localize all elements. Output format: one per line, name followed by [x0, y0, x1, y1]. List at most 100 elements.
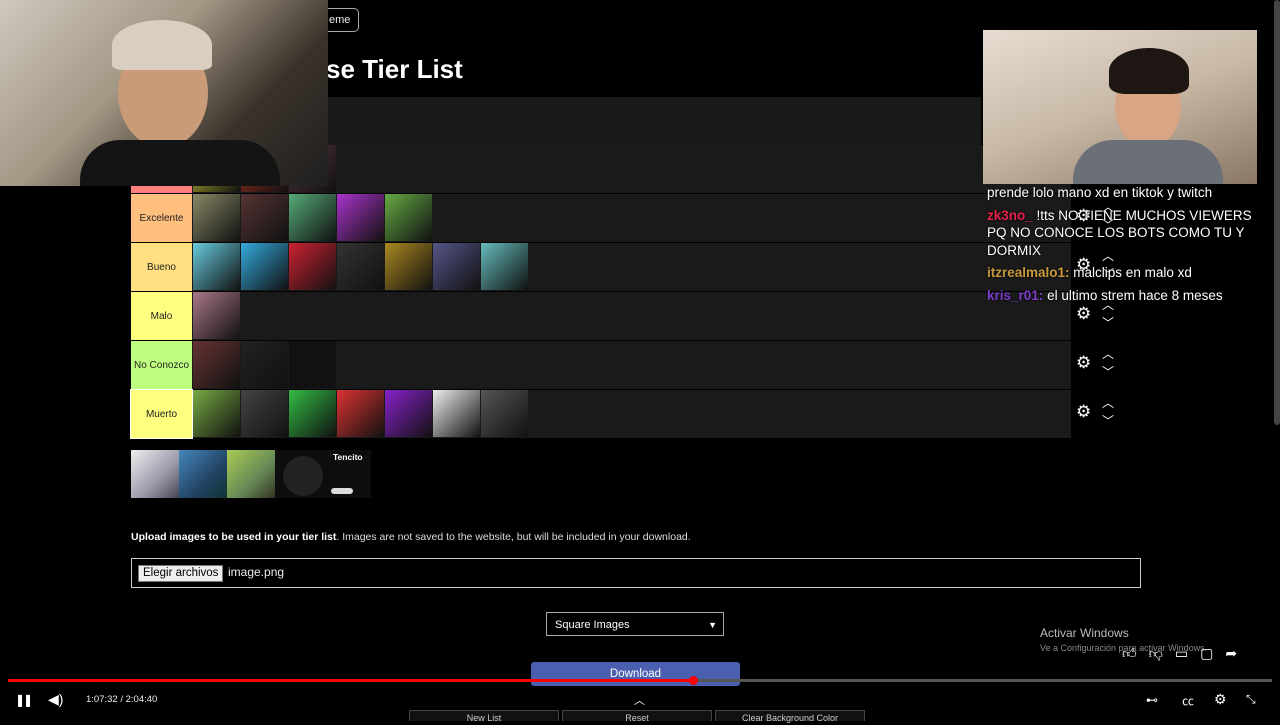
gear-icon[interactable]: ⚙ — [1076, 403, 1092, 420]
tier-label[interactable]: Malo — [131, 292, 192, 340]
webcam-left — [0, 0, 328, 186]
webcam-right — [983, 30, 1257, 184]
tier-item-thumb[interactable] — [193, 194, 240, 241]
file-name-label: image.png — [228, 565, 285, 579]
chat-text: el ultimo strem hace 8 meses — [1047, 287, 1223, 303]
chat-message: prende lolo mano xd en tiktok y twitch — [987, 184, 1267, 202]
pool-thumb-2[interactable] — [179, 450, 227, 498]
chat-text: prende lolo mano xd en tiktok y twitch — [987, 185, 1213, 200]
chat-username: itzrealmalo1: — [987, 265, 1070, 280]
video-scrubber-handle[interactable] — [689, 676, 699, 685]
chat-message: kris_r01: el ultimo strem hace 8 meses — [987, 287, 1267, 305]
tier-item-thumb[interactable] — [193, 390, 240, 437]
chat-username: zk3no_ — [987, 207, 1033, 223]
video-time: 1:07:32 / 2:04:40 — [86, 694, 158, 705]
tier-label[interactable]: Bueno — [131, 243, 192, 291]
image-shape-select-value: Square Images — [555, 619, 630, 631]
tier-item-thumb[interactable] — [289, 194, 336, 241]
tier-item-thumb[interactable] — [385, 194, 432, 241]
tier-item-thumb[interactable] — [289, 390, 336, 437]
reset-tab[interactable]: Reset — [562, 710, 712, 723]
chat-message: zk3no_ !tts NO TIENE MUCHOS VIEWERS PQ N… — [987, 207, 1267, 260]
video-action-icons: 👍︎ 👎︎ ▭ ▢ ➦ — [1122, 645, 1237, 662]
page-scrollbar[interactable] — [1274, 0, 1280, 425]
upload-instructions: Upload images to be used in your tier li… — [131, 531, 691, 543]
pool-card-subscribe — [331, 488, 353, 494]
tier-item-thumb[interactable] — [289, 243, 336, 290]
tier-row: Muerto — [130, 389, 1071, 439]
tier-items — [193, 390, 529, 438]
chat-icon[interactable]: ▢ — [1200, 645, 1213, 662]
exit-fullscreen-icon[interactable]: ⤡ — [1246, 692, 1256, 707]
pool-thumb-1[interactable] — [131, 450, 179, 498]
tier-item-thumb[interactable] — [337, 390, 384, 437]
chat-overlay: prende lolo mano xd en tiktok y twitch zk… — [987, 184, 1267, 309]
dislike-icon[interactable]: 👎︎ — [1149, 645, 1163, 662]
comment-icon[interactable]: ▭ — [1175, 645, 1188, 662]
clear-background-tab[interactable]: Clear Background Color — [715, 710, 865, 723]
tier-item-thumb[interactable] — [241, 243, 288, 290]
chat-message: itzrealmalo1: malclips en malo xd — [987, 264, 1267, 282]
webcam-right-shirt — [1073, 140, 1223, 184]
choose-files-button[interactable]: Elegir archivos — [138, 565, 224, 582]
tier-item-thumb[interactable] — [193, 243, 240, 290]
tier-label[interactable]: Excelente — [131, 194, 192, 242]
tier-label[interactable]: Muerto — [130, 389, 193, 439]
image-shape-select[interactable]: Square Images ▼ — [546, 612, 724, 636]
tier-item-thumb[interactable] — [193, 341, 240, 388]
share-icon[interactable]: ➦ — [1225, 645, 1237, 662]
chevron-down-icon: ▼ — [708, 620, 717, 630]
windows-activation-title: Activar Windows — [1040, 626, 1129, 640]
tier-item-thumb[interactable] — [481, 390, 528, 437]
tier-item-thumb[interactable] — [385, 243, 432, 290]
tier-items — [193, 292, 241, 340]
tier-items — [193, 194, 433, 242]
unranked-pool: Tencito — [131, 450, 371, 498]
volume-icon[interactable]: ◀) — [48, 691, 63, 708]
download-button[interactable]: Download — [531, 662, 740, 686]
settings-gear-icon[interactable]: ⚙ — [1214, 691, 1227, 708]
tier-items — [193, 341, 337, 389]
pool-card-title: Tencito — [333, 452, 363, 462]
chevron-up-icon[interactable]: ︿ — [1102, 345, 1114, 362]
pause-icon[interactable]: ❚❚ — [15, 693, 33, 707]
like-icon[interactable]: 👍︎ — [1122, 645, 1137, 662]
pool-thumb-4[interactable]: Tencito — [275, 450, 371, 498]
pool-thumb-3[interactable] — [227, 450, 275, 498]
tier-row: Excelente — [131, 194, 1071, 242]
new-list-tab[interactable]: New List — [409, 710, 559, 723]
captions-icon[interactable]: ㏄ — [1182, 692, 1194, 709]
tier-label[interactable]: No Conozco — [131, 341, 192, 389]
chat-text: malclips en malo xd — [1073, 265, 1192, 280]
file-input[interactable]: Elegir archivos image.png — [131, 558, 1141, 588]
chevron-down-icon[interactable]: ﹀ — [1102, 363, 1114, 380]
chevron-down-icon[interactable]: ﹀ — [1102, 314, 1114, 331]
webcam-left-shirt — [80, 140, 280, 186]
tier-row: Bueno — [131, 243, 1071, 291]
tier-item-thumb[interactable] — [433, 243, 480, 290]
chevron-down-icon[interactable]: ﹀ — [1102, 412, 1114, 429]
tier-items — [193, 243, 529, 291]
tier-item-thumb[interactable] — [289, 341, 336, 388]
tier-item-thumb[interactable] — [241, 194, 288, 241]
chevron-up-icon[interactable]: ︿ — [1102, 394, 1114, 411]
tier-controls: ⚙ ︿ ﹀ — [1076, 341, 1116, 389]
tier-item-thumb[interactable] — [337, 194, 384, 241]
video-progress-fill — [8, 679, 694, 682]
chevron-up-icon[interactable]: ︿ — [634, 692, 645, 708]
tier-item-thumb[interactable] — [241, 341, 288, 388]
tier-item-thumb[interactable] — [433, 390, 480, 437]
tier-item-thumb[interactable] — [385, 390, 432, 437]
webcam-left-cap — [112, 20, 212, 70]
autoplay-toggle-icon[interactable]: ⊷ — [1146, 693, 1158, 707]
tier-item-thumb[interactable] — [193, 292, 240, 339]
tier-item-thumb[interactable] — [337, 243, 384, 290]
page-title: se Tier List — [326, 54, 463, 84]
tier-row: Malo — [131, 292, 1071, 340]
webcam-right-hair — [1109, 48, 1189, 94]
tier-controls: ⚙ ︿ ﹀ — [1076, 390, 1116, 438]
pool-card-avatar — [283, 456, 323, 496]
tier-item-thumb[interactable] — [481, 243, 528, 290]
tier-item-thumb[interactable] — [241, 390, 288, 437]
gear-icon[interactable]: ⚙ — [1076, 354, 1092, 371]
